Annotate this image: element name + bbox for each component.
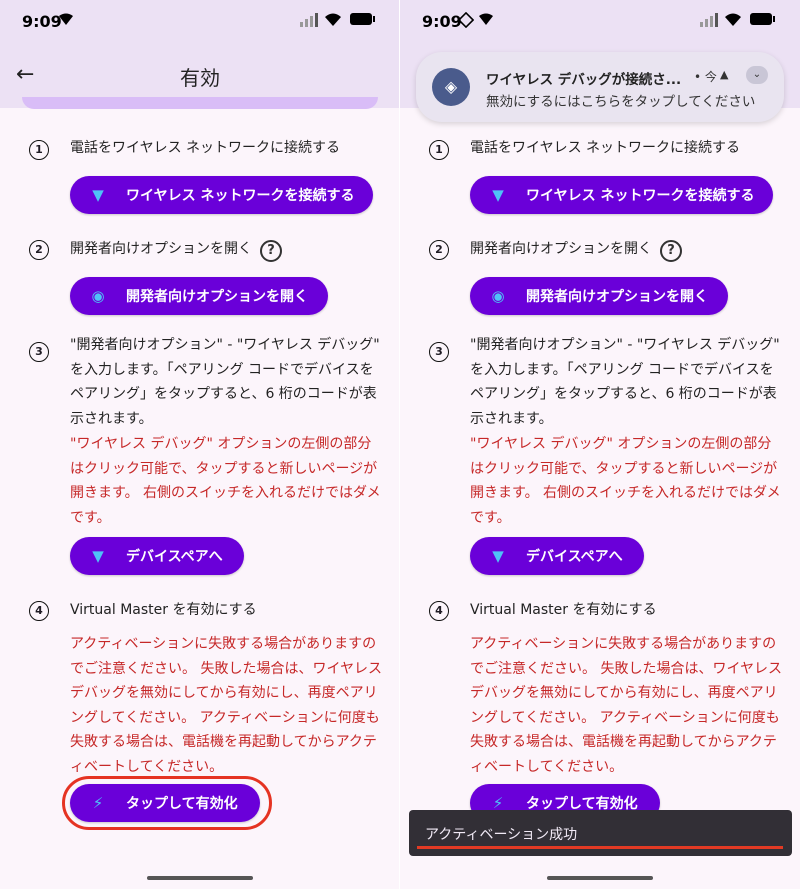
chevron-down-icon[interactable]: ⌄ <box>746 66 768 84</box>
step-number: 1 <box>29 140 49 160</box>
step-warning: アクティベーションに失敗する場合がありますのでご注意ください。 失敗した場合は、… <box>470 636 783 775</box>
page-title: 有効 <box>180 66 220 90</box>
status-time: 9:09 <box>422 12 462 31</box>
button-label: ワイヤレス ネットワークを接続する <box>126 188 355 204</box>
snackbar-text: アクティベーション成功 <box>425 827 578 843</box>
button-label: デバイスペアへ <box>526 549 623 565</box>
bell-icon: ▲ <box>720 68 729 81</box>
snackbar-underline <box>417 846 783 849</box>
step-text: "開発者向けオプション" - "ワイヤレス デバッグ" を入力します。「ペアリン… <box>70 337 380 427</box>
button-label: 開発者向けオプションを開く <box>526 289 708 305</box>
step-number: 2 <box>29 240 49 260</box>
wifi-icon: ▼ <box>492 547 504 565</box>
step-text: 電話をワイヤレス ネットワークに接続する <box>470 140 741 156</box>
status-bar: 9:09 <box>0 0 400 42</box>
wifi-status-icon <box>59 13 73 25</box>
step-number: 2 <box>429 240 449 260</box>
notification-card[interactable]: ◈ ワイヤレス デバッグが接続さ... • 今 ▲ ⌄ 無効にするにはこちらをタ… <box>416 52 784 122</box>
step-text: Virtual Master を有効にする <box>470 602 657 618</box>
highlight-circle <box>62 776 272 830</box>
button-label: デバイスペアへ <box>126 549 223 565</box>
debug-icon: ◈ <box>432 68 470 106</box>
wifi-icon: ▼ <box>492 186 504 204</box>
notification-time: • 今 <box>694 70 717 84</box>
home-indicator[interactable] <box>147 876 253 880</box>
wifi-icon <box>325 13 341 26</box>
left-screen: 9:09 ← 有効 1 電話をワイヤレス ネットワークに接続する ▼ ワイヤレス… <box>0 0 400 889</box>
help-icon[interactable]: ? <box>660 240 682 262</box>
debug-status-icon <box>458 12 474 28</box>
battery-icon <box>750 13 775 25</box>
android-icon: ◉ <box>491 287 505 305</box>
signal-icon <box>700 13 718 27</box>
notification-subtitle: 無効にするにはこちらをタップしてください <box>486 94 756 110</box>
status-time: 9:09 <box>22 12 62 31</box>
wifi-icon: ▼ <box>92 547 104 565</box>
battery-icon <box>350 13 375 25</box>
wifi-icon <box>725 13 741 26</box>
wifi-icon: ▼ <box>92 186 104 204</box>
step-text: Virtual Master を有効にする <box>70 602 257 618</box>
android-icon: ◉ <box>91 287 105 305</box>
wifi-status-icon <box>479 13 493 25</box>
step-warning: "ワイヤレス デバッグ" オプションの左側の部分はクリック可能で、タップすると新… <box>470 436 781 526</box>
step-text: 電話をワイヤレス ネットワークに接続する <box>70 140 341 156</box>
collapsed-card-edge <box>22 97 378 109</box>
right-screen: 9:09 ◈ ワイヤレス デバッグが接続さ... • 今 ▲ ⌄ 無効にするには… <box>400 0 800 889</box>
step-warning: アクティベーションに失敗する場合がありますのでご注意ください。 失敗した場合は、… <box>70 636 383 775</box>
step-warning: "ワイヤレス デバッグ" オプションの左側の部分はクリック可能で、タップすると新… <box>70 436 381 526</box>
open-developer-options-button[interactable]: ◉ 開発者向けオプションを開く <box>470 277 728 315</box>
status-bar: 9:09 <box>400 0 800 42</box>
device-pair-button[interactable]: ▼ デバイスペアへ <box>70 537 244 575</box>
step-number: 3 <box>429 342 449 362</box>
step-number: 1 <box>429 140 449 160</box>
notification-title: ワイヤレス デバッグが接続さ... <box>486 72 682 88</box>
step-text: "開発者向けオプション" - "ワイヤレス デバッグ" を入力します。「ペアリン… <box>470 337 780 427</box>
step-number: 3 <box>29 342 49 362</box>
step-number: 4 <box>29 601 49 621</box>
signal-icon <box>300 13 318 27</box>
step-text: 開発者向けオプションを開く <box>70 241 252 257</box>
open-developer-options-button[interactable]: ◉ 開発者向けオプションを開く <box>70 277 328 315</box>
connect-wifi-button[interactable]: ▼ ワイヤレス ネットワークを接続する <box>470 176 773 214</box>
connect-wifi-button[interactable]: ▼ ワイヤレス ネットワークを接続する <box>70 176 373 214</box>
button-label: ワイヤレス ネットワークを接続する <box>526 188 755 204</box>
button-label: 開発者向けオプションを開く <box>126 289 308 305</box>
home-indicator[interactable] <box>547 876 653 880</box>
snackbar: アクティベーション成功 <box>409 810 792 856</box>
step-number: 4 <box>429 601 449 621</box>
help-icon[interactable]: ? <box>260 240 282 262</box>
step-text: 開発者向けオプションを開く <box>470 241 652 257</box>
device-pair-button[interactable]: ▼ デバイスペアへ <box>470 537 644 575</box>
